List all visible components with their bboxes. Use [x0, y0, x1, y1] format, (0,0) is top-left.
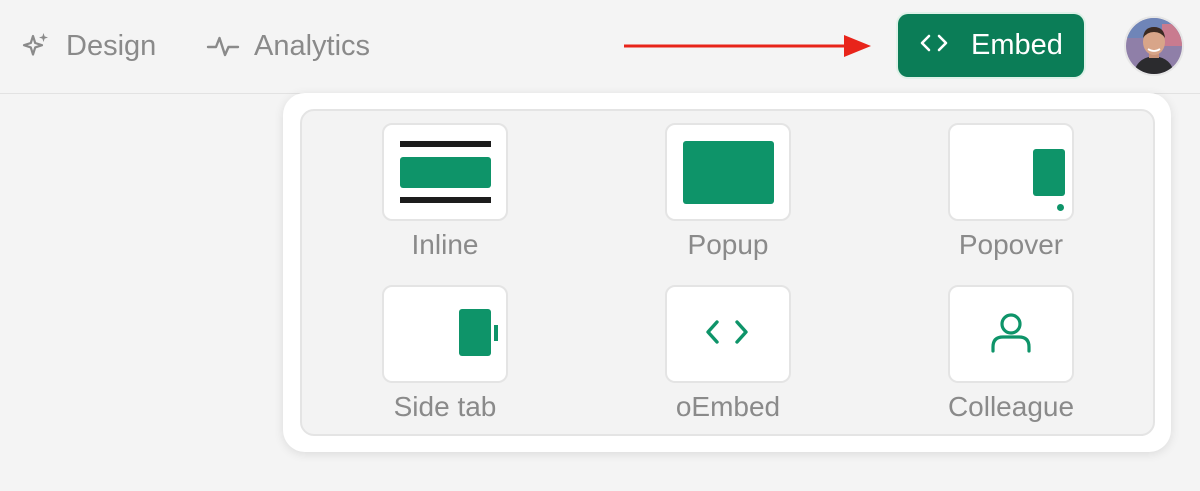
embed-button-label: Embed: [971, 29, 1063, 61]
option-side-tab[interactable]: Side tab: [345, 285, 545, 423]
person-icon: [948, 285, 1074, 383]
nav-design-label: Design: [66, 29, 157, 62]
pulse-icon: [206, 30, 240, 62]
top-bar: Design Analytics Embed: [0, 0, 1200, 94]
code-brackets-icon: [919, 29, 949, 62]
option-label: oEmbed: [675, 391, 781, 422]
sparkles-icon: [20, 30, 52, 62]
popover-embed-icon: [948, 123, 1074, 221]
nav-design[interactable]: Design: [20, 24, 156, 68]
option-popover[interactable]: Popover: [911, 123, 1111, 261]
inline-embed-icon: [382, 123, 508, 221]
code-brackets-icon: [665, 285, 791, 383]
option-label: Colleague: [947, 391, 1075, 422]
embed-options-grid: Inline Popup Popover Side tab oEmbed Col…: [300, 109, 1155, 436]
nav-analytics[interactable]: Analytics: [206, 24, 370, 68]
option-inline[interactable]: Inline: [345, 123, 545, 261]
embed-button[interactable]: Embed: [898, 14, 1084, 77]
option-label: Inline: [411, 229, 479, 260]
option-label: Popover: [958, 229, 1064, 260]
option-oembed[interactable]: oEmbed: [628, 285, 828, 423]
side-tab-embed-icon: [382, 285, 508, 383]
pointer-arrow: [624, 35, 871, 57]
option-popup[interactable]: Popup: [628, 123, 828, 261]
nav-analytics-label: Analytics: [254, 29, 371, 62]
option-label: Popup: [687, 229, 769, 260]
popup-embed-icon: [665, 123, 791, 221]
avatar[interactable]: [1124, 16, 1184, 76]
embed-menu: Inline Popup Popover Side tab oEmbed Col…: [283, 93, 1171, 452]
option-label: Side tab: [393, 391, 497, 422]
option-colleague[interactable]: Colleague: [911, 285, 1111, 423]
